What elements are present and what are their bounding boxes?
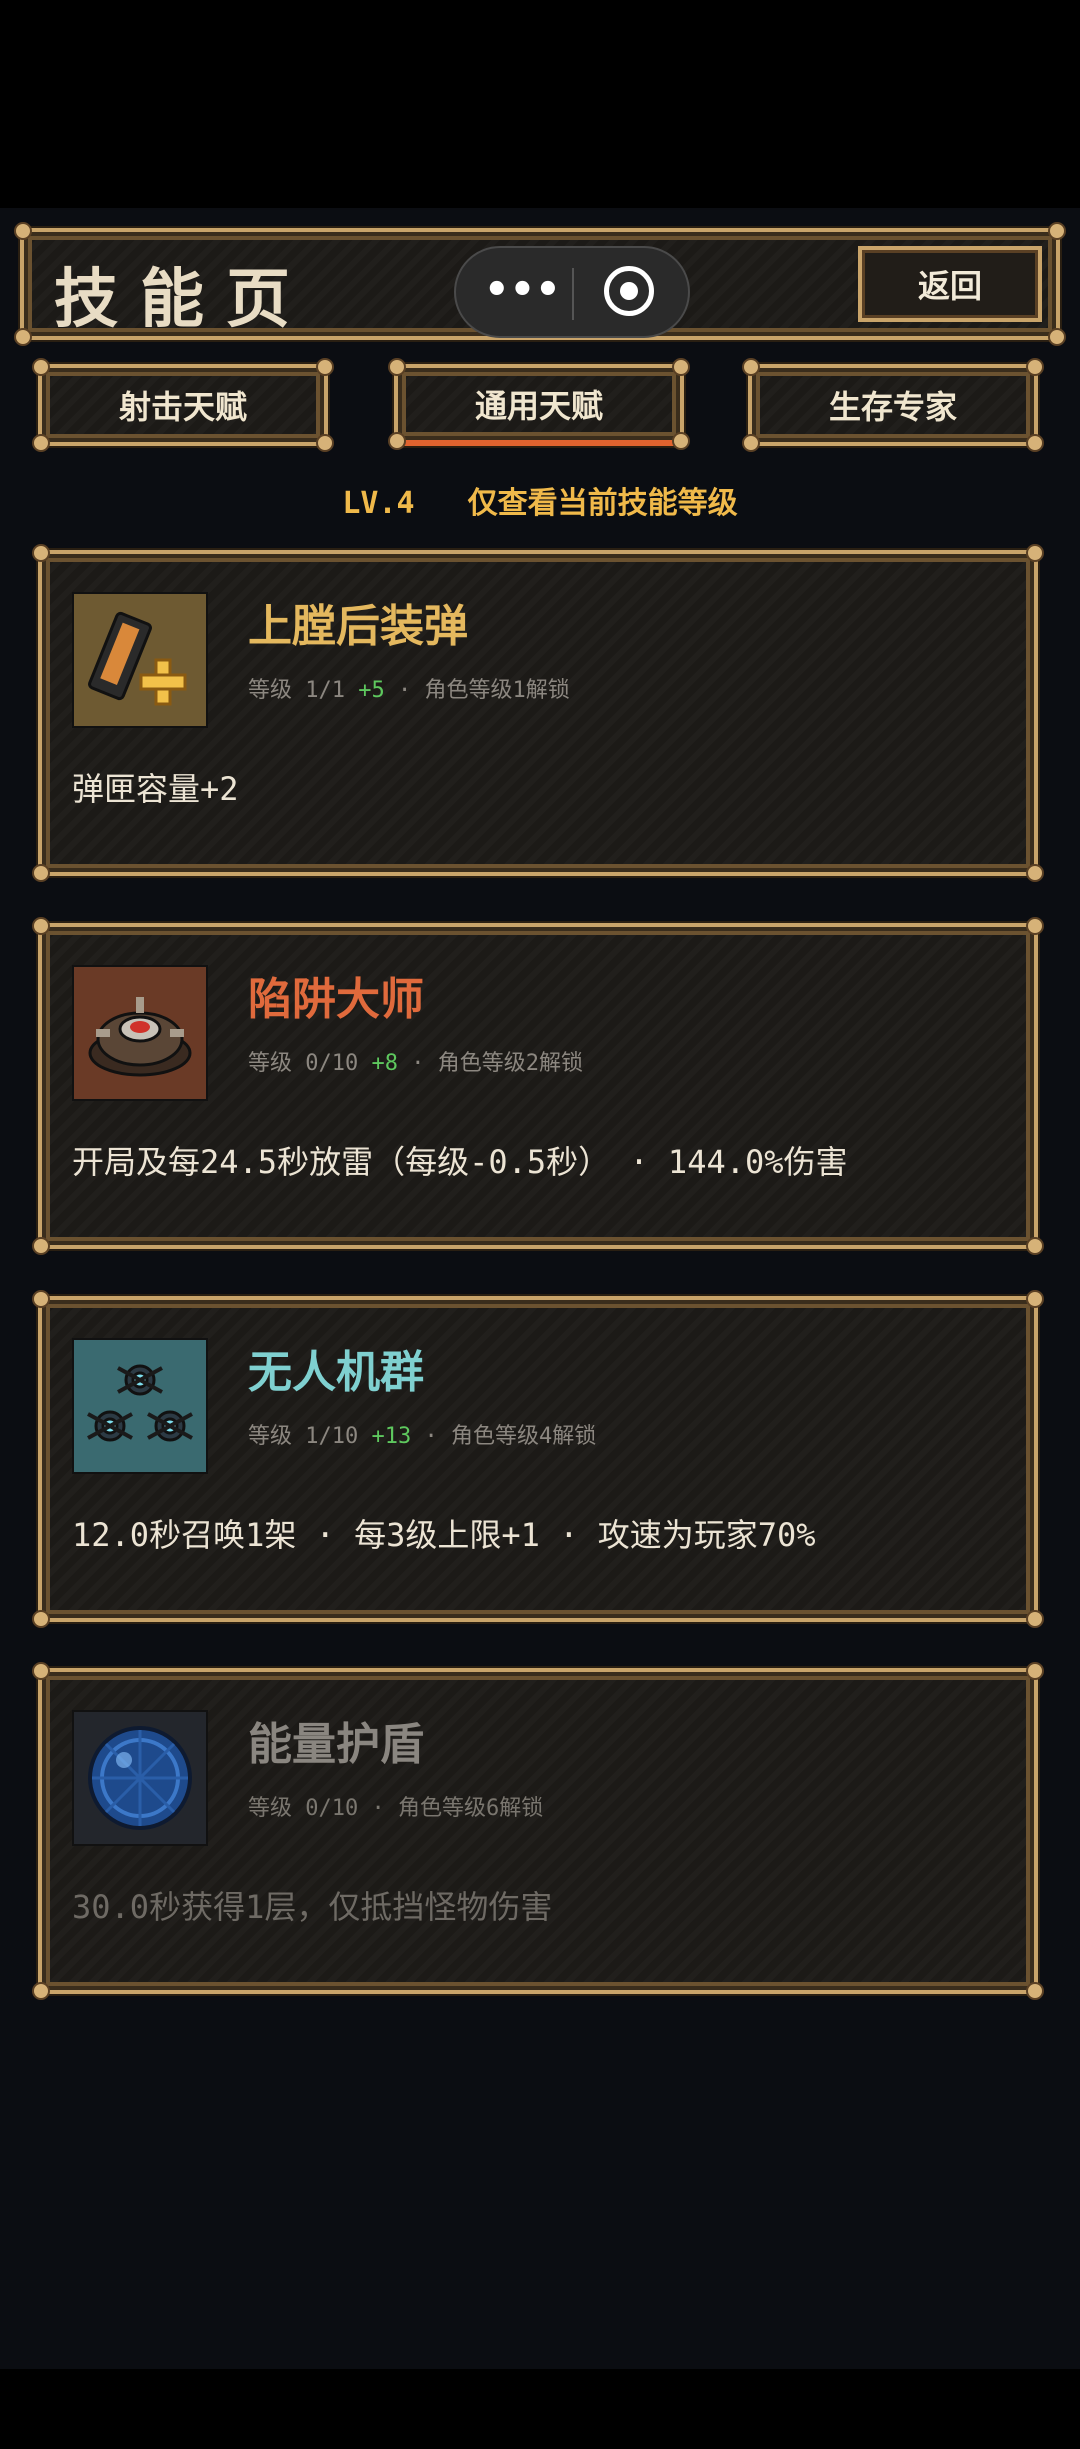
skill-description: 12.0秒召唤1架 · 每3级上限+1 · 攻速为玩家70% xyxy=(72,1516,816,1554)
skill-unlock: · 角色等级2解锁 xyxy=(411,1051,583,1076)
landmine-icon xyxy=(72,965,208,1101)
mini-program-capsule: ••• xyxy=(454,246,690,338)
skill-meta: 等级 0/10 +8 · 角色等级2解锁 xyxy=(248,1045,583,1077)
tab-label: 通用天赋 xyxy=(474,387,603,425)
energy-shield-icon xyxy=(72,1710,208,1846)
skill-description: 开局及每24.5秒放雷（每级-0.5秒） · 144.0%伤害 xyxy=(72,1143,848,1181)
skill-unlock: · 角色等级1解锁 xyxy=(397,678,570,703)
tab-general-talent[interactable]: 通用天赋 xyxy=(388,358,690,450)
tab-survival-expert[interactable]: 生存专家 xyxy=(742,358,1044,452)
skill-level: 等级 0/10 xyxy=(248,1796,359,1821)
skill-card[interactable]: 能量护盾 等级 0/10 · 角色等级6解锁 30.0秒获得1层，仅抵挡怪物伤害 xyxy=(32,1662,1044,2000)
skill-bonus: +8 xyxy=(371,1051,398,1076)
status-bar-area xyxy=(0,0,1080,208)
skill-card[interactable]: 无人机群 等级 1/10 +13 · 角色等级4解锁 12.0秒召唤1架 · 每… xyxy=(32,1290,1044,1628)
magazine-plus-icon xyxy=(72,592,208,728)
skill-name: 无人机群 xyxy=(248,1347,424,1398)
tab-label: 射击天赋 xyxy=(118,388,247,426)
skill-unlock: · 角色等级4解锁 xyxy=(424,1424,597,1449)
level-label: LV.4 xyxy=(342,486,415,521)
tab-shooting-talent[interactable]: 射击天赋 xyxy=(32,358,334,452)
skill-name: 能量护盾 xyxy=(248,1719,424,1770)
skill-description: 30.0秒获得1层，仅抵挡怪物伤害 xyxy=(72,1888,553,1926)
tab-label: 生存专家 xyxy=(828,388,957,426)
skill-unlock: · 角色等级6解锁 xyxy=(371,1796,544,1821)
capsule-divider xyxy=(572,268,574,320)
skill-bonus: +5 xyxy=(358,678,385,703)
skill-card[interactable]: 上膛后装弹 等级 1/1 +5 · 角色等级1解锁 弹匣容量+2 xyxy=(32,544,1044,882)
more-dots-icon[interactable]: ••• xyxy=(484,270,561,314)
level-note: 仅查看当前技能等级 xyxy=(467,486,738,521)
skill-bonus: +13 xyxy=(371,1424,412,1449)
skill-level: 等级 0/10 xyxy=(248,1051,359,1076)
bottom-bar xyxy=(0,2369,1080,2449)
skill-name: 陷阱大师 xyxy=(248,974,424,1025)
skill-card[interactable]: 陷阱大师 等级 0/10 +8 · 角色等级2解锁 开局及每24.5秒放雷（每级… xyxy=(32,917,1044,1255)
page-title: 技能页 xyxy=(54,263,312,337)
skill-level: 等级 1/1 xyxy=(248,678,345,703)
skill-description: 弹匣容量+2 xyxy=(72,770,239,808)
skill-meta: 等级 0/10 · 角色等级6解锁 xyxy=(248,1790,543,1822)
skill-name: 上膛后装弹 xyxy=(248,601,468,652)
back-button[interactable]: 返回 xyxy=(858,246,1042,322)
skill-level: 等级 1/10 xyxy=(248,1424,359,1449)
skill-meta: 等级 1/10 +13 · 角色等级4解锁 xyxy=(248,1418,596,1450)
level-row: LV.4 仅查看当前技能等级 xyxy=(0,478,1080,522)
target-circle-icon[interactable] xyxy=(604,266,654,316)
skill-meta: 等级 1/1 +5 · 角色等级1解锁 xyxy=(248,672,570,704)
drone-swarm-icon xyxy=(72,1338,208,1474)
